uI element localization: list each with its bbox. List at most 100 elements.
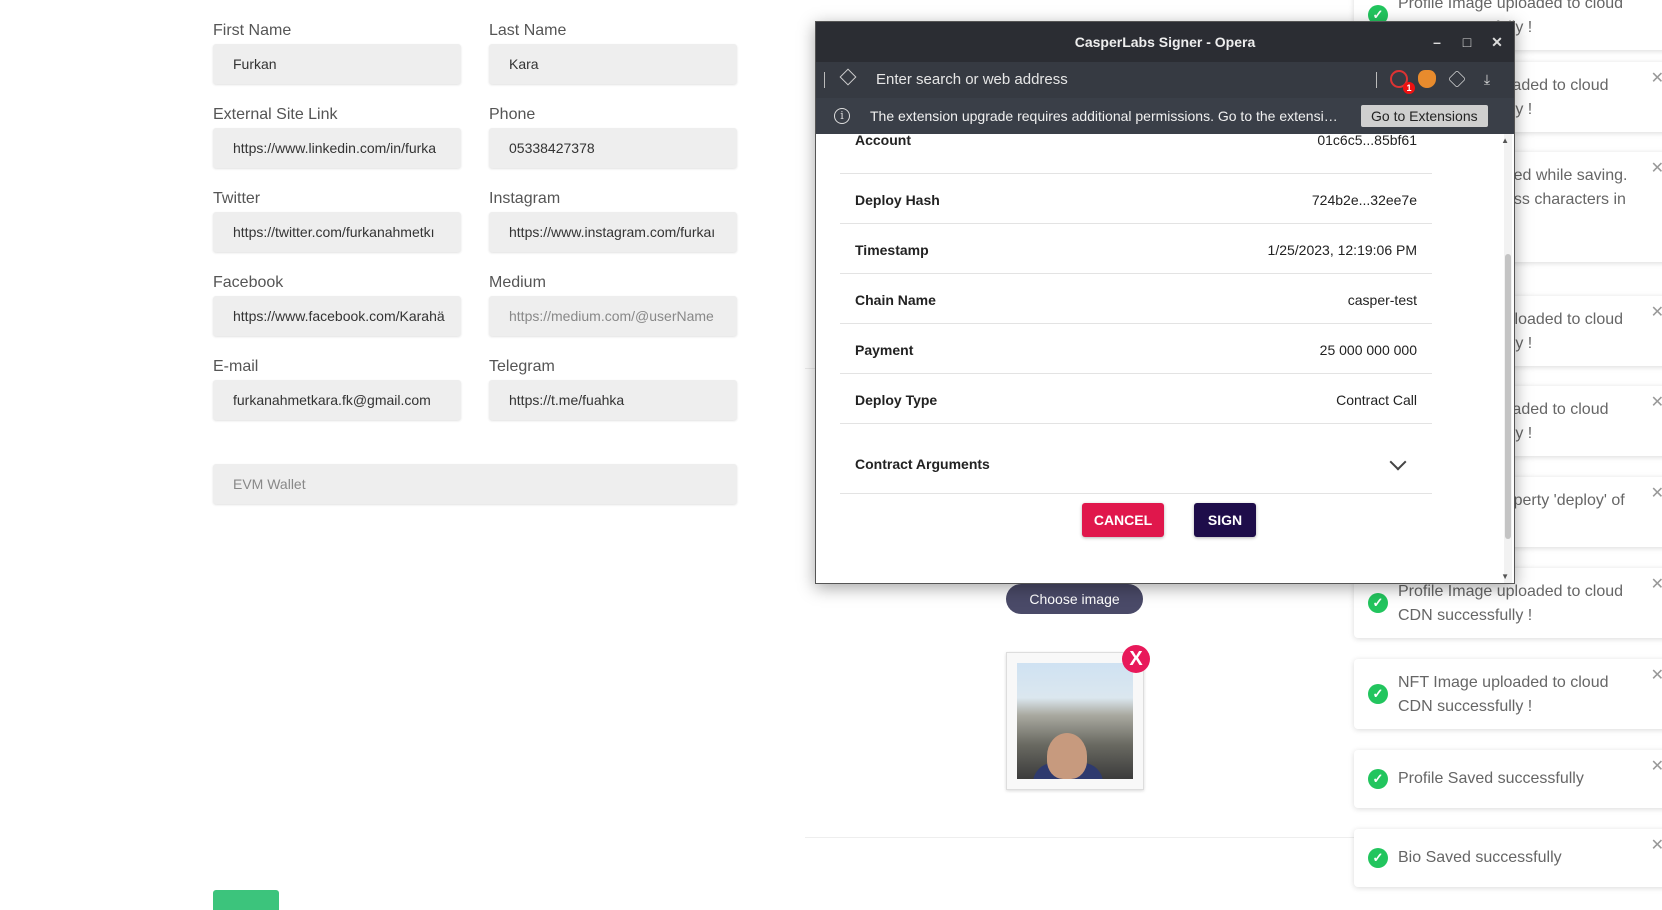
contract-arguments-row[interactable]: Contract Arguments [840,434,1432,494]
toast-close-icon[interactable]: ✕ [1651,158,1662,178]
toolbar-separator [824,72,825,88]
panel-divider [805,837,1355,838]
toast-message: Profile Saved successfully [1398,770,1584,787]
signer-row: Timestamp 1/25/2023, 12:19:06 PM [840,224,1432,274]
last-name-input[interactable]: Kara [489,44,737,84]
infobar-text: The extension upgrade requires additiona… [870,108,1340,124]
success-check-icon: ✓ [1368,848,1388,868]
signer-row-key: Chain Name [855,292,936,308]
last-name-field: Last Name Kara [489,18,737,84]
instagram-label: Instagram [489,190,561,207]
toast-message: Profile Image uploaded to cloud CDN succ… [1398,583,1624,624]
telegram-label: Telegram [489,358,555,375]
scroll-up-icon[interactable]: ▲ [1501,136,1509,145]
signer-row-value: Contract Call [1336,392,1417,408]
toast-close-icon[interactable]: ✕ [1651,392,1662,412]
toast: ✓ NFT Image uploaded to cloud CDN success… [1354,659,1662,729]
signer-row-key: Deploy Hash [855,192,940,208]
remove-image-button[interactable]: X [1122,645,1150,673]
signer-row: Deploy Hash 724b2e...32ee7e [840,174,1432,224]
medium-label: Medium [489,274,546,291]
signer-row-value: 724b2e...32ee7e [1311,192,1417,208]
phone-input[interactable]: 05338427378 [489,128,737,168]
facebook-field: Facebook https://www.facebook.com/Karahä [213,270,461,336]
toast-close-icon[interactable]: ✕ [1651,574,1662,594]
last-name-label: Last Name [489,22,567,39]
email-input[interactable]: furkanahmetkara.fk@gmail.com [213,380,461,420]
first-name-input[interactable]: Furkan [213,44,461,84]
address-input[interactable]: Enter search or web address [876,62,1068,98]
evm-wallet-input[interactable]: EVM Wallet [213,464,737,504]
toast-close-icon[interactable]: ✕ [1651,835,1662,855]
external-site-label: External Site Link [213,106,338,123]
signer-row: Account 01c6c5...85bf61 [840,134,1432,174]
email-field: E-mail furkanahmetkara.fk@gmail.com [213,354,461,420]
external-site-input[interactable]: https://www.linkedin.com/in/furka [213,128,461,168]
toast-message: NFT Image uploaded to cloud CDN successf… [1398,674,1609,715]
signer-row-key: Deploy Type [855,392,938,408]
opera-window: CasperLabs Signer - Opera – □ ✕ Enter se… [815,21,1515,584]
phone-label: Phone [489,106,536,123]
minimize-button[interactable]: – [1422,22,1452,62]
window-titlebar: CasperLabs Signer - Opera – □ ✕ [816,22,1514,62]
telegram-input[interactable]: https://t.me/fuahka [489,380,737,420]
close-window-button[interactable]: ✕ [1482,22,1512,62]
profile-photo [1017,663,1133,779]
toast-close-icon[interactable]: ✕ [1651,0,1662,6]
evm-wallet-field: EVM Wallet [213,464,737,504]
signer-content: Account 01c6c5...85bf61 Deploy Hash 724b2e.… [816,134,1514,583]
first-name-field: First Name Furkan [213,18,461,84]
toast-message: Bio Saved successfully [1398,849,1562,866]
medium-field: Medium https://medium.com/@userName [489,270,737,336]
external-site-field: External Site Link https://www.linkedin.… [213,102,461,168]
extension-badge: 1 [1403,82,1415,94]
metamask-icon[interactable] [1418,70,1436,88]
toast-close-icon[interactable]: ✕ [1651,665,1662,685]
twitter-field: Twitter https://twitter.com/furkanahmetk… [213,186,461,252]
scroll-down-icon[interactable]: ▼ [1501,572,1509,581]
signer-row-value: casper-test [1347,292,1417,308]
download-icon[interactable]: ⤓ [1478,70,1496,88]
site-info-icon[interactable] [839,68,857,86]
signer-row: Chain Name casper-test [840,274,1432,324]
save-button[interactable] [213,890,279,910]
twitter-label: Twitter [213,190,261,207]
success-check-icon: ✓ [1368,769,1388,789]
success-check-icon: ✓ [1368,684,1388,704]
go-to-extensions-button[interactable]: Go to Extensions [1361,105,1488,127]
scrollbar-thumb[interactable] [1505,254,1511,539]
email-label: E-mail [213,358,259,375]
instagram-input[interactable]: https://www.instagram.com/furkaı [489,212,737,252]
first-name-label: First Name [213,22,292,39]
choose-image-button[interactable]: Choose image [1006,584,1143,614]
chevron-down-icon[interactable] [1389,453,1407,471]
contract-arguments-label: Contract Arguments [855,456,990,472]
image-preview [1006,652,1144,790]
phone-field: Phone 05338427378 [489,102,737,168]
signer-row-value: 25 000 000 000 [1319,342,1417,358]
toast-close-icon[interactable]: ✕ [1651,68,1662,88]
toast-close-icon[interactable]: ✕ [1651,756,1662,776]
extension-infobar: i The extension upgrade requires additio… [816,98,1514,134]
signer-row-value: 1/25/2023, 12:19:06 PM [1267,242,1417,258]
facebook-input[interactable]: https://www.facebook.com/Karahä [213,296,461,336]
extensions-cube-icon[interactable] [1448,70,1466,88]
signer-row: Payment 25 000 000 000 [840,324,1432,374]
signer-row-key: Account [855,134,911,148]
signer-row-key: Payment [855,342,914,358]
twitter-input[interactable]: https://twitter.com/furkanahmetkı [213,212,461,252]
toast-close-icon[interactable]: ✕ [1651,302,1662,322]
success-check-icon: ✓ [1368,593,1388,613]
toast-close-icon[interactable]: ✕ [1651,483,1662,503]
medium-input[interactable]: https://medium.com/@userName [489,296,737,336]
window-title: CasperLabs Signer - Opera [1074,34,1256,50]
scrollbar[interactable]: ▲ ▼ [1501,134,1512,583]
cancel-button[interactable]: CANCEL [1082,503,1164,537]
instagram-field: Instagram https://www.instagram.com/furk… [489,186,737,252]
maximize-button[interactable]: □ [1452,22,1482,62]
toolbar-separator-right [1376,72,1377,88]
sign-button[interactable]: SIGN [1194,503,1256,537]
telegram-field: Telegram https://t.me/fuahka [489,354,737,420]
facebook-label: Facebook [213,274,284,291]
photo-face [1047,733,1087,779]
